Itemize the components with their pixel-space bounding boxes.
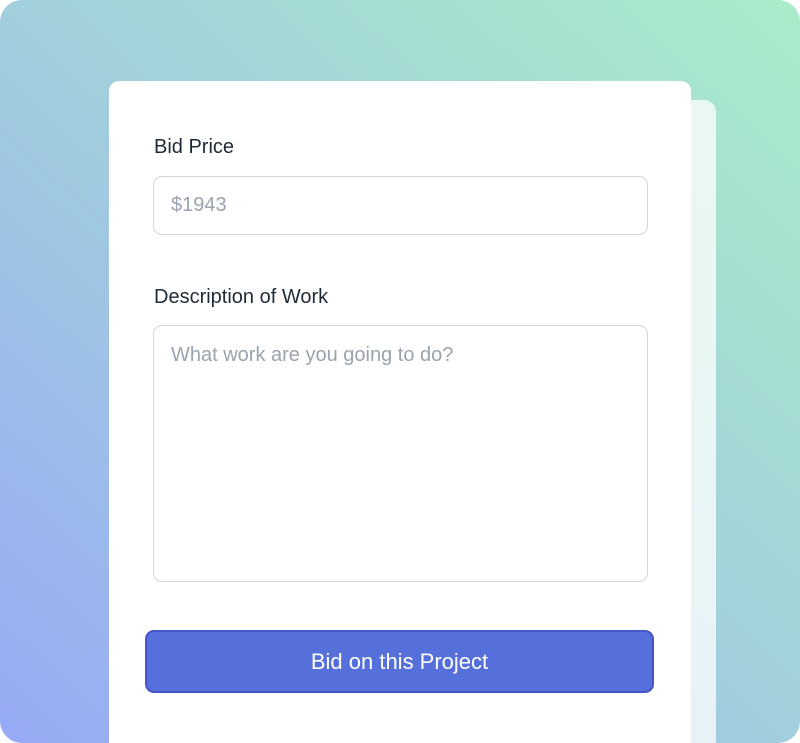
gradient-background: Bid Price Description of Work Bid on thi…: [0, 0, 800, 743]
bid-price-label: Bid Price: [154, 136, 235, 158]
description-textarea[interactable]: [153, 325, 648, 582]
description-label: Description of Work: [154, 286, 329, 308]
bid-submit-button[interactable]: Bid on this Project: [145, 630, 654, 693]
bid-form-card: Bid Price Description of Work Bid on thi…: [109, 81, 691, 743]
bid-price-input[interactable]: [153, 176, 648, 235]
